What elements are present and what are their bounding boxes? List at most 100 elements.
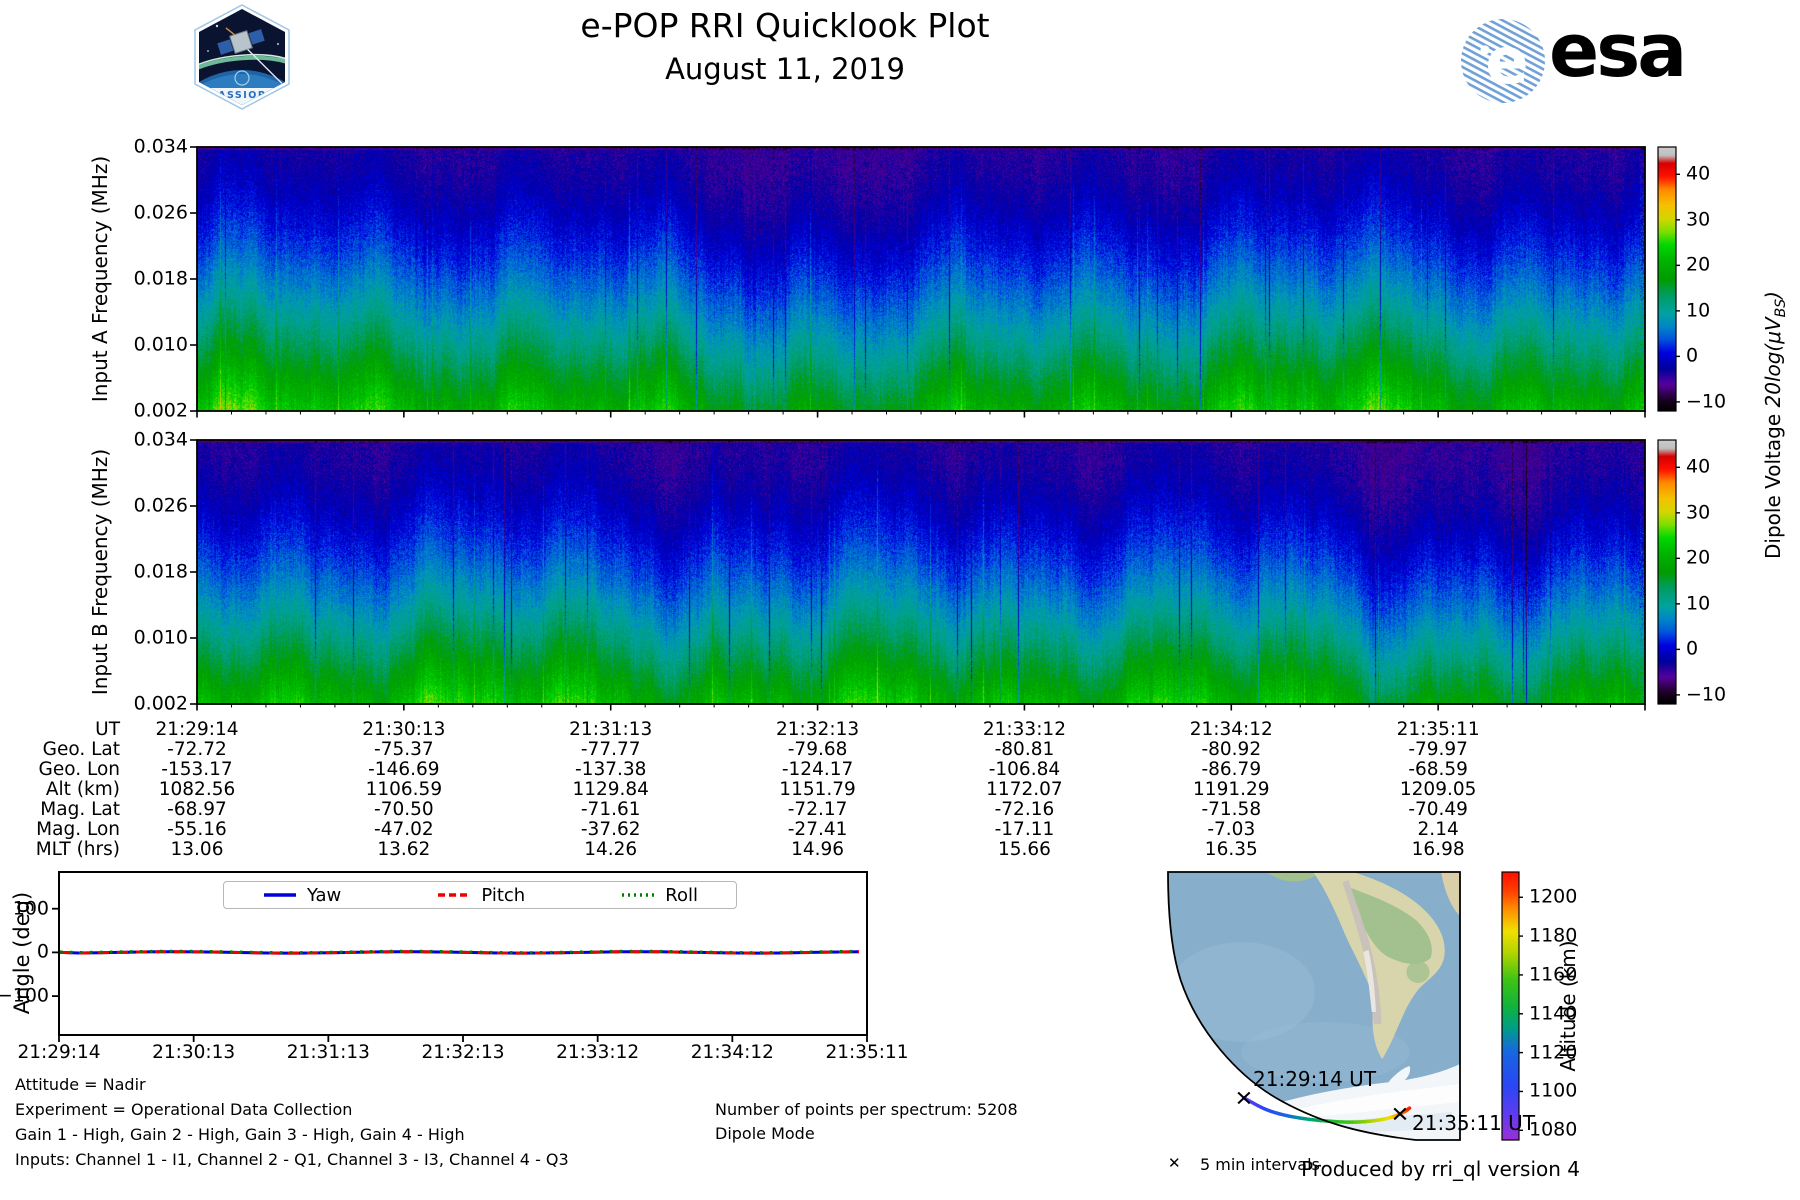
- dipole-colorbar-tick: 20: [1686, 546, 1711, 569]
- altitude-colorbar-tick: 1180: [1529, 924, 1578, 947]
- input-b-ylabel: Input B Frequency (MHz): [88, 448, 112, 696]
- interval-marker-symbol: ✕: [1168, 1154, 1181, 1172]
- table-cell: -77.77: [580, 738, 641, 760]
- angle-xtick-label: 21:35:11: [825, 1041, 909, 1063]
- table-cell: -80.81: [994, 738, 1055, 760]
- table-cell: 16.35: [1204, 838, 1258, 860]
- table-cell: -68.59: [1408, 758, 1468, 780]
- table-cell: 1151.79: [779, 778, 856, 800]
- annotation-attitude: Attitude = Nadir: [15, 1075, 146, 1094]
- dipole-colorbar-tick: 0: [1686, 344, 1699, 367]
- esa-logo-globe-icon: e: [1461, 19, 1545, 103]
- table-row-header: Geo. Lat: [42, 738, 120, 760]
- epop-rri-quicklook-figure: e-POP RRI Quicklook Plot August 11, 2019…: [0, 0, 1800, 1200]
- freq-ytick-label: 0.018: [133, 267, 188, 290]
- attitude-legend: Yaw Pitch Roll: [223, 881, 737, 909]
- input-a-ylabel: Input A Frequency (MHz): [88, 155, 112, 403]
- legend-label: Pitch: [481, 884, 526, 906]
- table-row-header: MLT (hrs): [35, 838, 120, 860]
- dipole-colorbar-tick: −10: [1686, 683, 1727, 706]
- table-cell: -86.79: [1201, 758, 1262, 780]
- table-cell: -27.41: [787, 818, 848, 840]
- dipole-colorbar-label: Dipole Voltage 20log(μVBS): [1756, 180, 1790, 670]
- table-cell: -124.17: [781, 758, 854, 780]
- table-cell: -80.92: [1201, 738, 1262, 760]
- table-cell: 2.14: [1417, 818, 1459, 840]
- altitude-colorbar: [1502, 872, 1519, 1140]
- svg-text:e: e: [1485, 25, 1528, 99]
- table-cell: -71.61: [580, 798, 641, 820]
- table-row-header: Mag. Lat: [40, 798, 120, 820]
- altitude-colorbar-tick: 1120: [1529, 1041, 1578, 1064]
- table-cell: 1172.07: [986, 778, 1063, 800]
- table-cell: 21:32:13: [776, 718, 860, 740]
- annotation-inputs: Inputs: Channel 1 - I1, Channel 2 - Q1, …: [15, 1150, 569, 1169]
- table-cell: -70.50: [374, 798, 434, 820]
- table-cell: 1082.56: [158, 778, 236, 800]
- table-cell: 21:30:13: [362, 718, 446, 740]
- track-start-time-label: 21:29:14 UT: [1253, 1067, 1377, 1091]
- table-cell: 13.62: [377, 838, 431, 860]
- legend-item-yaw: Yaw: [262, 885, 341, 906]
- dipole-label-suffix: ): [1761, 291, 1785, 299]
- table-cell: -106.84: [988, 758, 1061, 780]
- dipole-colorbar-tick: 0: [1686, 637, 1699, 660]
- dipole-colorbar-tick: 40: [1686, 455, 1711, 478]
- altitude-colorbar-tick: 1160: [1529, 963, 1578, 986]
- dipole-colorbar-tick: 40: [1686, 162, 1711, 185]
- annotation-dipole-mode: Dipole Mode: [715, 1124, 815, 1143]
- yaw-line-sample-icon: [264, 893, 296, 897]
- table-cell: 21:29:14: [155, 718, 239, 740]
- angle-ytick-label: 0: [36, 940, 49, 963]
- freq-ytick-label: 0.034: [133, 428, 188, 451]
- angle-xtick-label: 21:31:13: [286, 1041, 370, 1063]
- table-cell: -17.11: [994, 818, 1055, 840]
- table-cell: 16.98: [1411, 838, 1465, 860]
- table-cell: 21:34:12: [1189, 718, 1273, 740]
- dipole-label-prefix: Dipole Voltage: [1761, 407, 1785, 559]
- dipole-label-subscript: BS: [1773, 298, 1789, 318]
- angle-xtick-label: 21:29:14: [17, 1041, 101, 1063]
- annotation-gains: Gain 1 - High, Gain 2 - High, Gain 3 - H…: [15, 1125, 465, 1144]
- freq-ytick-label: 0.010: [133, 626, 188, 649]
- table-row-header: UT: [95, 718, 120, 740]
- legend-item-roll: Roll: [620, 885, 698, 906]
- produced-by-credit: Produced by rri_ql version 4: [1301, 1157, 1580, 1181]
- altitude-colorbar-tick: 1140: [1529, 1002, 1578, 1025]
- dipole-colorbar-tick: −10: [1686, 390, 1727, 413]
- freq-ytick-label: 0.034: [133, 135, 188, 158]
- table-cell: -137.38: [574, 758, 647, 780]
- table-cell: 15.66: [997, 838, 1051, 860]
- table-cell: 14.96: [791, 838, 845, 860]
- angle-xtick-label: 21:30:13: [152, 1041, 236, 1063]
- table-cell: -70.49: [1408, 798, 1468, 820]
- dipole-colorbar-tick: 10: [1686, 592, 1711, 615]
- ground-track-map: [1167, 871, 1461, 1141]
- dipole-label-math: 20log(μV: [1761, 317, 1785, 408]
- track-end-time-label: 21:35:11 UT: [1412, 1111, 1536, 1135]
- dipole-colorbar-tick: 30: [1686, 501, 1711, 524]
- table-row-header: Mag. Lon: [36, 818, 120, 840]
- table-cell: 1209.05: [1399, 778, 1477, 800]
- dipole-colorbar-tick: 30: [1686, 208, 1711, 231]
- table-cell: -55.16: [167, 818, 227, 840]
- table-cell: -79.68: [787, 738, 848, 760]
- angle-ylabel: Angle (deg): [10, 891, 34, 1015]
- cassiope-mission-patch-icon: CASSIOPE: [194, 4, 290, 110]
- altitude-colorbar-tick: 1080: [1529, 1118, 1578, 1141]
- esa-logo-wordmark: esa: [1549, 8, 1687, 94]
- angle-ytick-label: −100: [0, 984, 49, 1007]
- legend-item-pitch: Pitch: [436, 885, 525, 906]
- table-cell: -47.02: [374, 818, 434, 840]
- table-row-header: Geo. Lon: [38, 758, 121, 780]
- table-cell: 21:31:13: [569, 718, 653, 740]
- roll-line-sample-icon: [622, 893, 655, 897]
- table-cell: -68.97: [167, 798, 227, 820]
- dipole-colorbar-tick: 20: [1686, 253, 1711, 276]
- table-cell: 21:33:12: [982, 718, 1066, 740]
- altitude-colorbar-tick: 1200: [1529, 885, 1578, 908]
- table-cell: 13.06: [170, 838, 224, 860]
- table-cell: -71.58: [1201, 798, 1262, 820]
- pitch-line-sample-icon: [438, 893, 471, 897]
- table-cell: 1106.59: [365, 778, 443, 800]
